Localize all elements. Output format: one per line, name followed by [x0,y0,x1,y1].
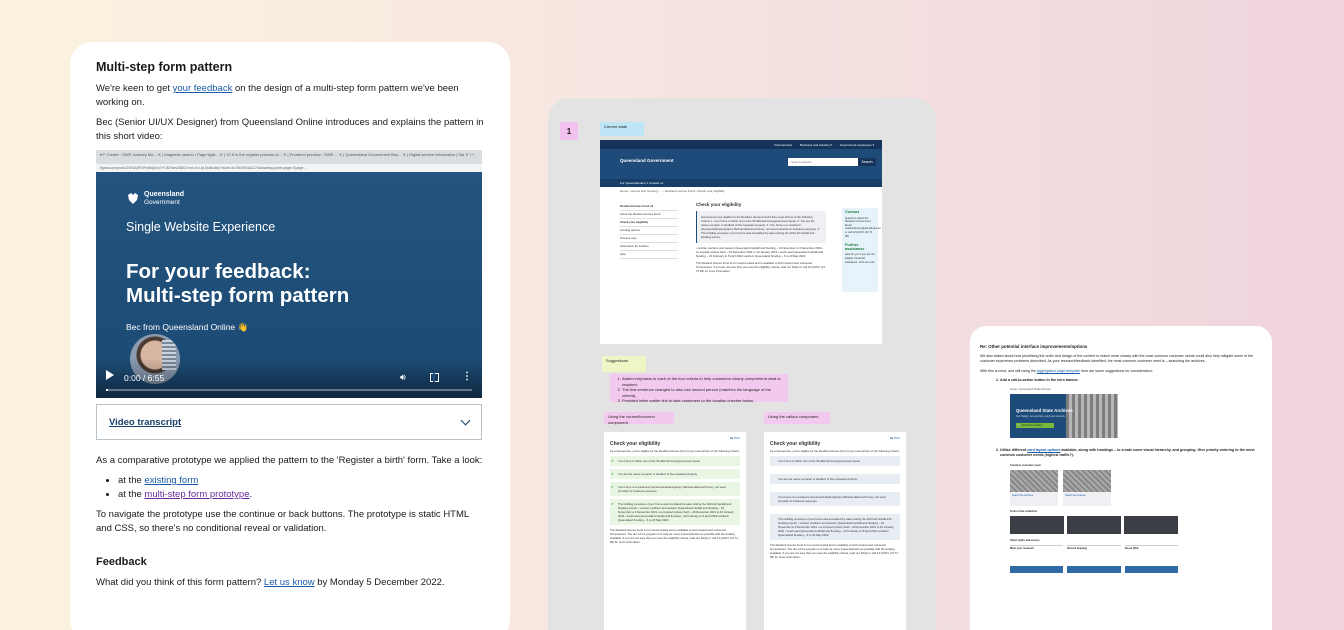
criteria-row: The building envelope of your home was i… [610,499,740,525]
video-time: 0:00 / 6:55 [124,373,165,383]
chevron-down-icon [460,415,471,425]
fullscreen-icon[interactable] [430,372,439,382]
existing-form-link[interactable]: existing form [144,475,198,486]
sticky-note-suggestions[interactable]: Suggestions [602,356,646,372]
criteria-row: Your home is within one of the 39 affect… [770,456,900,466]
suggestions-doc-card: Re: Other potential interface improvemen… [970,326,1272,630]
list-item: at the multi-step form prototype. [118,488,484,502]
feedback-heading: Feedback [96,556,147,568]
list-item: at the existing form [118,474,484,488]
video-progress-bar[interactable] [106,389,472,391]
list-item: Add a call-to-action button in the hero … [1000,378,1262,383]
site-search-input: Search website [788,158,858,166]
navigate-paragraph: To navigate the prototype use the contin… [96,509,469,534]
site-side-nav: Resilient Homes Fund v2 About the Resili… [620,203,678,259]
site-contact-panel: Contact Questions about the Resilient Ho… [842,208,881,292]
site-main-content: Check your eligibility Homeowners are el… [696,202,826,273]
search-archives-button: 🔍 Search the archives [1016,423,1054,429]
site-header: Queensland Government Search website Sea… [600,149,882,179]
prototype-list: at the existing form at the multi-step f… [118,474,484,502]
doc-para-1: We also talked about how prioritising th… [980,354,1254,364]
video-transcript-label: Video transcript [109,416,182,428]
doc-suggestion-list: Add a call-to-action button in the hero … [1000,378,1262,383]
site-search-button: Search [858,158,876,166]
site-breadcrumb: Home › Homes and housing › ... › Resilie… [620,189,725,193]
image-card: Search the archives [1010,469,1058,506]
doc-suggestion-list-2: Utilise different card layout options av… [1000,448,1262,458]
video-controls: 0:00 / 6:55 🔊︎ ⋮ [96,358,482,398]
doc-heading: Re: Other potential interface improvemen… [980,344,1088,349]
criteria-row: Your home is a residence (house/unit/dup… [770,492,900,506]
site-top-links: Find services Business and industry ▾ Gove… [600,140,882,149]
video-progress-fill [106,389,108,391]
dark-card-row [1010,516,1178,535]
site-logo: Queensland Government [620,158,674,163]
volume-icon[interactable]: 🔊︎ [400,372,410,382]
video-url-bar: figma.com/proto/ZSKAQRXlFmtMy2uVVYJ6/Tab… [96,164,482,172]
list-card-row: Meet your research Record keeping About … [1010,545,1178,574]
video-player[interactable]: ▾ F Create - SWE Journey Mo... ✕ | Magne… [96,150,482,398]
intro-paragraph: We're keen to get your feedback on the d… [96,83,459,108]
sticky-note-suggestion-list[interactable]: Added emphasis to each of the four crite… [610,374,788,403]
sticky-note-correct-component[interactable]: Using the correct/incorrect component [604,412,674,425]
bec-paragraph: Bec (Senior UI/UX Designer) from Queensl… [96,117,484,142]
criteria-row: You are the owner-occupier or landlord o… [770,474,900,484]
article-heading: Multi-step form pattern [96,60,233,74]
video-browser-tabs: ▾ F Create - SWE Journey Mo... ✕ | Magne… [96,150,482,164]
video-title: For your feedback: Multi-step form patte… [126,260,350,307]
criteria-row: Your home is within one of the 39 affect… [610,456,740,466]
aggregation-template-link[interactable]: Aggregation page template [1037,369,1080,373]
step-number-badge: 1 [560,122,578,140]
site-info-box: Homeowners are eligible for the Resilien… [696,211,826,243]
list-item: Utilise different card layout options av… [1000,448,1262,458]
let-us-know-link[interactable]: Let us know [264,577,315,588]
image-card: Search the indexes [1063,469,1111,506]
site-nav: For Queenslanders ▾ Contact us [600,179,882,187]
card-layout-mockup: Common customer need Search the archives… [1010,463,1178,574]
your-feedback-link[interactable]: your feedback [173,83,233,94]
card-layout-link[interactable]: card layout options [1027,448,1060,452]
doc-para-2: With this is mind, and still using the A… [980,368,1153,373]
video-transcript-toggle[interactable]: Video transcript [96,404,482,440]
prototype-link[interactable]: multi-step form prototype [144,489,249,500]
video-subtitle: Single Website Experience [126,220,276,234]
criteria-row: Your home is a residence (house/unit/dup… [610,482,740,496]
crest-name: Queensland [144,191,185,198]
comparative-paragraph: As a comparative prototype we applied th… [96,455,483,466]
crest-icon [128,193,138,204]
feedback-paragraph: What did you think of this form pattern?… [96,577,445,588]
mockup-callout-component: 🖶 Print Check your eligibility As a home… [764,432,906,630]
whiteboard-frame[interactable]: 1 Current state Find services Business an… [548,98,936,630]
sticky-note-callout-component[interactable]: Using the callout component [764,412,830,424]
site-screenshot: Find services Business and industry ▾ Gove… [600,140,882,344]
criteria-row: You are the owner-occupier or landlord o… [610,469,740,479]
video-presenter: Bec from Queensland Online 👋 [126,322,249,332]
sticky-note-current-state[interactable]: Current state [600,122,644,136]
criteria-row: The building envelope of your home was i… [770,514,900,540]
more-options-icon[interactable]: ⋮ [462,372,472,382]
archives-hero-banner: Queensland State Archives Our history, o… [1010,394,1118,439]
banner-image [1066,394,1118,439]
article-card: Multi-step form pattern We're keen to ge… [70,42,510,630]
play-icon[interactable] [106,370,114,380]
mockup-correct-component: 🖶 Print Check your eligibility As a home… [604,432,746,630]
crest-gov: Government [144,199,180,206]
